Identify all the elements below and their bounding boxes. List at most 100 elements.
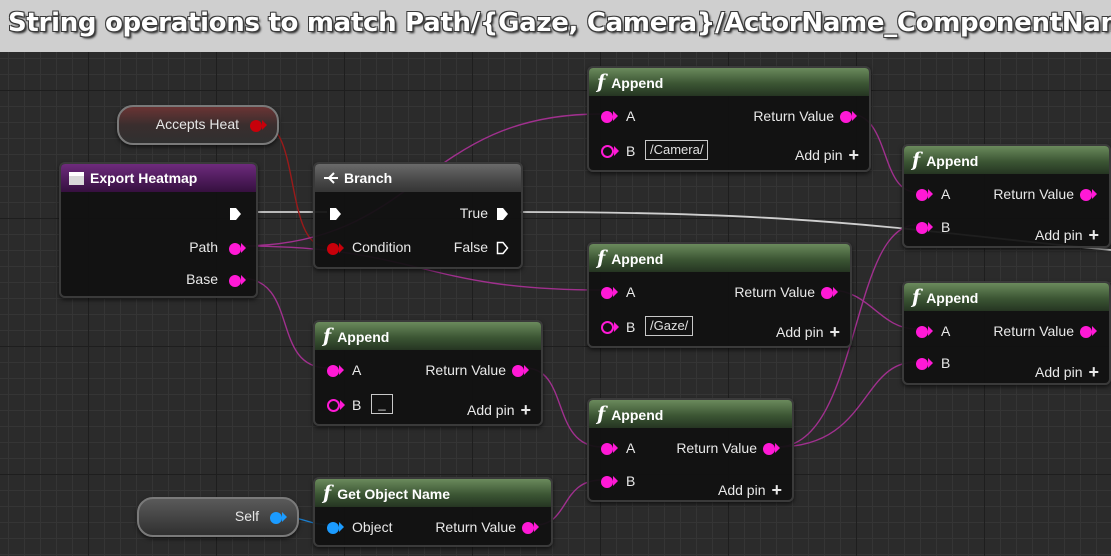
- accepts-heat-node[interactable]: Accepts Heat: [117, 105, 279, 145]
- append-gaze-add-pin-button[interactable]: Add pin +: [776, 322, 840, 343]
- append-camera-node[interactable]: f Append A Return Value B /Camera/ Add pi…: [587, 66, 871, 172]
- append-right-mid-header: f Append: [904, 283, 1109, 311]
- append-gaze-b-value[interactable]: /Gaze/: [645, 316, 694, 336]
- append-gaze-return-label: Return Value: [734, 284, 815, 300]
- export-heatmap-base-pin[interactable]: [229, 273, 246, 289]
- append-right-top-add-pin-button[interactable]: Add pin +: [1035, 225, 1099, 246]
- append-right-top-a-label: A: [941, 186, 951, 202]
- append-underscore-title: Append: [337, 329, 390, 345]
- append-right-mid-return-label: Return Value: [993, 323, 1074, 339]
- append-gaze-return-pin[interactable]: [821, 285, 838, 301]
- exec-in-icon: [330, 208, 341, 220]
- append-camera-a-pin[interactable]: [601, 109, 618, 125]
- branch-header: Branch: [315, 164, 521, 192]
- export-heatmap-exec-out[interactable]: [229, 206, 242, 222]
- append-right-top-return-label: Return Value: [993, 186, 1074, 202]
- append-underscore-header: f Append: [315, 322, 541, 350]
- export-heatmap-header: Export Heatmap: [61, 164, 256, 192]
- append-right-top-a-pin[interactable]: [916, 187, 933, 203]
- branch-exec-in[interactable]: [329, 206, 342, 222]
- function-icon: f: [323, 482, 332, 504]
- function-icon: f: [323, 325, 332, 347]
- accepts-heat-output-pin[interactable]: [250, 118, 267, 134]
- self-output-pin[interactable]: [270, 510, 287, 526]
- function-icon: f: [597, 247, 606, 269]
- get-object-name-return-pin[interactable]: [522, 520, 539, 536]
- append-underscore-add-pin-button[interactable]: Add pin +: [467, 400, 531, 421]
- append-right-top-return-pin[interactable]: [1080, 187, 1097, 203]
- plus-icon: +: [771, 480, 782, 500]
- branch-true-pin[interactable]: [496, 206, 509, 222]
- append-underscore-b-pin[interactable]: [327, 398, 345, 414]
- append-right-mid-title: Append: [926, 290, 979, 306]
- append-gaze-a-pin[interactable]: [601, 285, 618, 301]
- branch-false-label: False: [453, 239, 488, 255]
- append-final-b-pin[interactable]: [601, 474, 618, 490]
- append-underscore-return-pin[interactable]: [512, 363, 529, 379]
- append-underscore-return-label: Return Value: [425, 362, 506, 378]
- append-gaze-b-label: B: [626, 319, 636, 335]
- append-right-top-b-pin[interactable]: [916, 220, 933, 236]
- append-right-mid-add-pin-label: Add pin: [1035, 364, 1083, 380]
- append-right-mid-a-pin[interactable]: [916, 324, 933, 340]
- append-final-node[interactable]: f Append A Return Value B Add pin +: [587, 398, 794, 502]
- append-right-top-b-label: B: [941, 219, 951, 235]
- branch-condition-label: Condition: [352, 239, 412, 255]
- branch-false-pin[interactable]: [496, 240, 509, 256]
- append-final-a-pin[interactable]: [601, 441, 618, 457]
- append-gaze-node[interactable]: f Append A Return Value B /Gaze/ Add pin +: [587, 242, 852, 348]
- append-gaze-add-pin-label: Add pin: [776, 324, 824, 340]
- plus-icon: +: [829, 322, 840, 342]
- append-underscore-node[interactable]: f Append A Return Value B _ Add pin +: [313, 320, 543, 426]
- plus-icon: +: [1088, 362, 1099, 382]
- append-camera-add-pin-button[interactable]: Add pin +: [795, 145, 859, 166]
- self-label: Self: [234, 508, 259, 524]
- plus-icon: +: [1088, 225, 1099, 245]
- append-right-mid-b-pin[interactable]: [916, 356, 933, 372]
- append-right-mid-return-pin[interactable]: [1080, 324, 1097, 340]
- function-icon: f: [597, 71, 606, 93]
- get-object-name-node[interactable]: f Get Object Name Object Return Value: [313, 477, 553, 547]
- function-icon: f: [597, 403, 606, 425]
- append-gaze-a-label: A: [626, 284, 636, 300]
- append-right-top-header: f Append: [904, 146, 1109, 174]
- self-node[interactable]: Self: [137, 497, 299, 537]
- append-final-a-label: A: [626, 440, 636, 456]
- append-camera-add-pin-label: Add pin: [795, 147, 843, 163]
- export-heatmap-node[interactable]: Export Heatmap Path Base: [59, 162, 258, 298]
- append-camera-return-label: Return Value: [753, 108, 834, 124]
- append-right-top-add-pin-label: Add pin: [1035, 227, 1083, 243]
- append-camera-b-value[interactable]: /Camera/: [645, 140, 709, 160]
- plus-icon: +: [848, 145, 859, 165]
- append-right-mid-add-pin-button[interactable]: Add pin +: [1035, 362, 1099, 383]
- append-final-return-label: Return Value: [676, 440, 757, 456]
- append-underscore-b-value[interactable]: _: [371, 394, 393, 414]
- append-right-mid-a-label: A: [941, 323, 951, 339]
- append-final-return-pin[interactable]: [763, 441, 780, 457]
- export-heatmap-path-pin[interactable]: [229, 241, 246, 257]
- append-camera-b-label: B: [626, 143, 636, 159]
- append-camera-b-pin[interactable]: [601, 144, 619, 160]
- append-gaze-header: f Append: [589, 244, 850, 272]
- function-icon: f: [912, 286, 921, 308]
- append-gaze-b-pin[interactable]: [601, 320, 619, 336]
- append-camera-title: Append: [611, 75, 664, 91]
- exec-true-icon: [497, 208, 508, 220]
- append-final-add-pin-button[interactable]: Add pin +: [718, 480, 782, 501]
- accepts-heat-label: Accepts Heat: [155, 116, 239, 132]
- append-camera-a-label: A: [626, 108, 636, 124]
- append-underscore-a-pin[interactable]: [327, 363, 344, 379]
- export-heatmap-title: Export Heatmap: [90, 170, 198, 186]
- append-right-top-node[interactable]: f Append A Return Value B Add pin +: [902, 144, 1111, 248]
- append-final-add-pin-label: Add pin: [718, 482, 766, 498]
- append-camera-return-pin[interactable]: [840, 109, 857, 125]
- export-heatmap-base-label: Base: [186, 271, 218, 287]
- get-object-name-object-pin[interactable]: [327, 520, 344, 536]
- branch-condition-pin[interactable]: [327, 241, 344, 257]
- branch-title: Branch: [344, 170, 393, 186]
- branch-node[interactable]: Branch True Condition False: [313, 162, 523, 269]
- append-underscore-add-pin-label: Add pin: [467, 402, 515, 418]
- append-final-header: f Append: [589, 400, 792, 428]
- append-underscore-b-label: B: [352, 397, 362, 413]
- append-right-mid-node[interactable]: f Append A Return Value B Add pin +: [902, 281, 1111, 385]
